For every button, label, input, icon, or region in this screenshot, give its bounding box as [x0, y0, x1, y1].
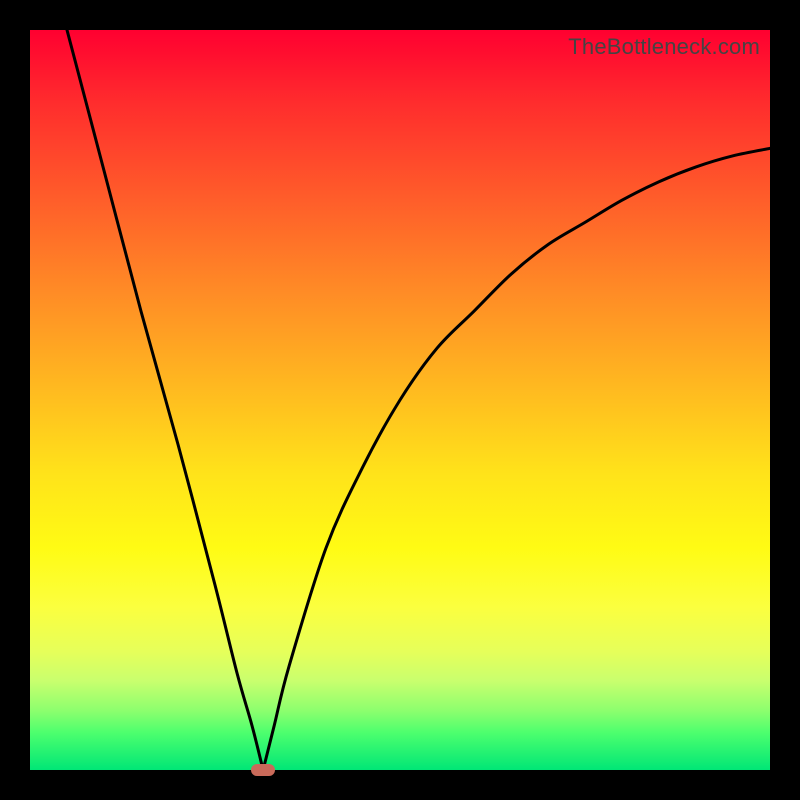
chart-frame: TheBottleneck.com — [0, 0, 800, 800]
bottleneck-curve-path — [67, 30, 770, 770]
curve-layer — [30, 30, 770, 770]
optimal-point-marker — [251, 764, 275, 776]
plot-area: TheBottleneck.com — [30, 30, 770, 770]
